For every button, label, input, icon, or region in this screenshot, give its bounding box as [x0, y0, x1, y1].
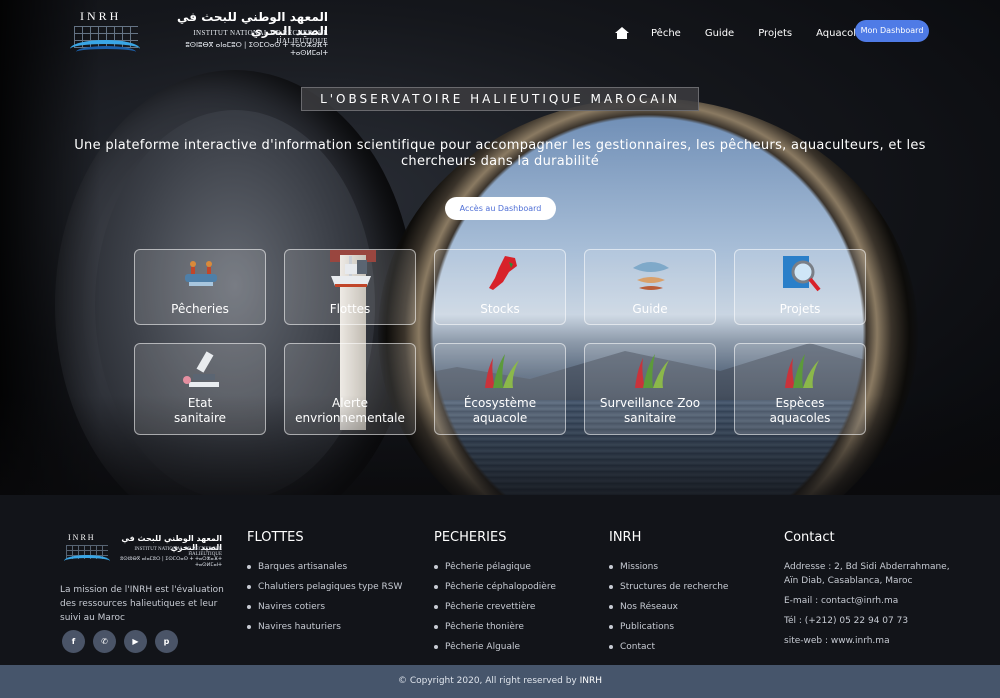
tile-label: Stocks — [480, 302, 520, 316]
fish-species-icon — [633, 262, 669, 290]
wave-icon — [64, 555, 110, 567]
pinterest-icon[interactable]: p — [155, 630, 178, 653]
footer-col-contact: Contact Addresse : 2, Bd Sidi Abderrahma… — [784, 530, 954, 654]
algae-icon — [485, 354, 519, 388]
footer-link[interactable]: Pêcherie crevettière — [434, 600, 556, 620]
tile-especes-aquacoles[interactable]: Espèces aquacoles — [734, 343, 866, 435]
footer-logo[interactable]: INRH المعهد الوطني للبحث في الصيد البحري… — [62, 533, 222, 569]
home-icon[interactable] — [615, 27, 629, 39]
footer-link[interactable]: Navires cotiers — [247, 600, 402, 620]
morocco-map-icon — [489, 256, 517, 290]
tile-surveillance-zoo-sanitaire[interactable]: Surveillance Zoo sanitaire — [584, 343, 716, 435]
footer-col-flottes: FLOTTES Barques artisanales Chalutiers p… — [247, 530, 402, 640]
inrh-logo-mark: INRH — [68, 8, 140, 58]
footer-link[interactable]: Pêcherie pélagique — [434, 560, 556, 580]
logo-tifinagh: ⵓⵙⵏⵓⴱⴳ ⴰⵏⴰⵎⵓⵔ | ⵉⵙⵎⵔⴰⵙ ⵜ ⵜⴰⵔⵣⴰⴼⵜ ⵜⴰⵙⵍⵎⴰⵏ… — [120, 556, 222, 568]
main-nav: Pêche Guide Projets Aquacole Mon Dashboa… — [615, 20, 929, 44]
algae-icon — [635, 354, 669, 388]
tile-label: Etat — [187, 396, 213, 410]
footer-link[interactable]: Pêcherie céphalopodière — [434, 580, 556, 600]
tile-alerte-environnementale[interactable]: Alerte envrionnementale — [284, 343, 416, 435]
tile-label-2: sanitaire — [174, 411, 226, 425]
tile-label-2: aquacole — [472, 411, 528, 425]
tile-label-2: envrionnementale — [295, 411, 405, 425]
tile-label-2: aquacoles — [769, 411, 831, 425]
contact-address: Addresse : 2, Bd Sidi Abderrahmane, Aïn … — [784, 562, 950, 586]
fishing-boat-icon — [185, 261, 217, 286]
tile-pecheries[interactable]: Pêcheries — [134, 249, 266, 325]
footer-link[interactable]: Barques artisanales — [247, 560, 402, 580]
footer-link[interactable]: Chalutiers pelagiques type RSW — [247, 580, 402, 600]
pinterest-glyph: p — [163, 637, 170, 646]
tile-projets[interactable]: Projets — [734, 249, 866, 325]
logo-mark-text: INRH — [80, 9, 122, 23]
footer-link[interactable]: Contact — [609, 640, 728, 660]
tile-label: Espèces — [775, 396, 825, 410]
trawler-icon — [331, 256, 371, 287]
tile-flottes[interactable]: Flottes — [284, 249, 416, 325]
footer-heading: Contact — [784, 530, 835, 545]
logo-mark-text: INRH — [68, 533, 96, 542]
tile-label: Flottes — [329, 302, 371, 316]
wave-icon — [76, 46, 136, 58]
logo-tifinagh: ⵓⵙⵏⵓⴱⴳ ⴰⵏⴰⵎⵓⵔ | ⵉⵙⵎⵔⴰⵙ ⵜ ⵜⴰⵔⵣⴰⴼⵜ ⵜⴰⵙⵍⵎⴰⵏ… — [185, 41, 328, 57]
footer-heading: FLOTTES — [247, 530, 304, 545]
tile-label: Projets — [779, 302, 821, 316]
tile-label-2: sanitaire — [624, 411, 676, 425]
youtube-glyph: ▶ — [132, 637, 139, 646]
nav-guide[interactable]: Guide — [705, 28, 734, 39]
whatsapp-icon[interactable]: ✆ — [93, 630, 116, 653]
social-links: f ✆ ▶ p — [62, 630, 186, 653]
algae-icon — [785, 354, 819, 388]
footer-link[interactable]: Pêcherie thonière — [434, 620, 556, 640]
acces-dashboard-button[interactable]: Accès au Dashboard — [445, 197, 556, 220]
copyright-text: © Copyright 2020, All right reserved by — [397, 676, 580, 686]
tile-ecosysteme-aquacole[interactable]: Écosystème aquacole — [434, 343, 566, 435]
tile-label: Pêcheries — [171, 302, 229, 316]
contact-phone[interactable]: Tél : (+212) 05 22 94 07 73 — [784, 614, 954, 628]
footer-link[interactable]: Nos Réseaux — [609, 600, 728, 620]
mon-dashboard-button[interactable]: Mon Dashboard — [855, 20, 929, 42]
footer-link[interactable]: Publications — [609, 620, 728, 640]
footer-link[interactable]: Structures de recherche — [609, 580, 728, 600]
whatsapp-glyph: ✆ — [101, 637, 108, 646]
facebook-glyph: f — [71, 637, 76, 646]
tile-stocks[interactable]: Stocks — [434, 249, 566, 325]
contact-website[interactable]: site-web : www.inrh.ma — [784, 634, 954, 648]
nav-projets[interactable]: Projets — [758, 28, 792, 39]
facebook-icon[interactable]: f — [62, 630, 85, 653]
site-logo[interactable]: INRH المعهد الوطني للبحث في الصيد البحري… — [68, 8, 338, 58]
footer-heading: INRH — [609, 530, 642, 545]
footer-link[interactable]: Missions — [609, 560, 728, 580]
microscope-icon — [183, 351, 219, 387]
tile-label: Surveillance Zoo — [599, 396, 701, 410]
tile-label: Écosystème — [463, 396, 537, 410]
contact-email[interactable]: E-mail : contact@inrh.ma — [784, 594, 954, 608]
footer-mission: La mission de l'INRH est l'évaluation de… — [60, 585, 224, 623]
footer-col-inrh: INRH Missions Structures de recherche No… — [609, 530, 728, 660]
tile-label: Alerte — [332, 396, 368, 410]
footer-link[interactable]: Navires hauturiers — [247, 620, 402, 640]
magnifier-icon — [783, 256, 821, 292]
copyright-brand-link[interactable]: INRH — [580, 676, 602, 686]
hero-tagline: Une plateforme interactive d'information… — [74, 138, 926, 169]
footer-link[interactable]: Pêcherie Alguale — [434, 640, 556, 660]
footer-col-pecheries: PECHERIES Pêcherie pélagique Pêcherie cé… — [434, 530, 556, 660]
footer-heading: PECHERIES — [434, 530, 507, 545]
copyright-bar: © Copyright 2020, All right reserved by … — [0, 665, 1000, 698]
tile-label: Guide — [632, 302, 668, 316]
tile-guide[interactable]: Guide — [584, 249, 716, 325]
youtube-icon[interactable]: ▶ — [124, 630, 147, 653]
tile-etat-sanitaire[interactable]: Etat sanitaire — [134, 343, 266, 435]
nav-peche[interactable]: Pêche — [651, 28, 681, 39]
page-title: L'OBSERVATOIRE HALIEUTIQUE MAROCAIN — [301, 87, 699, 111]
